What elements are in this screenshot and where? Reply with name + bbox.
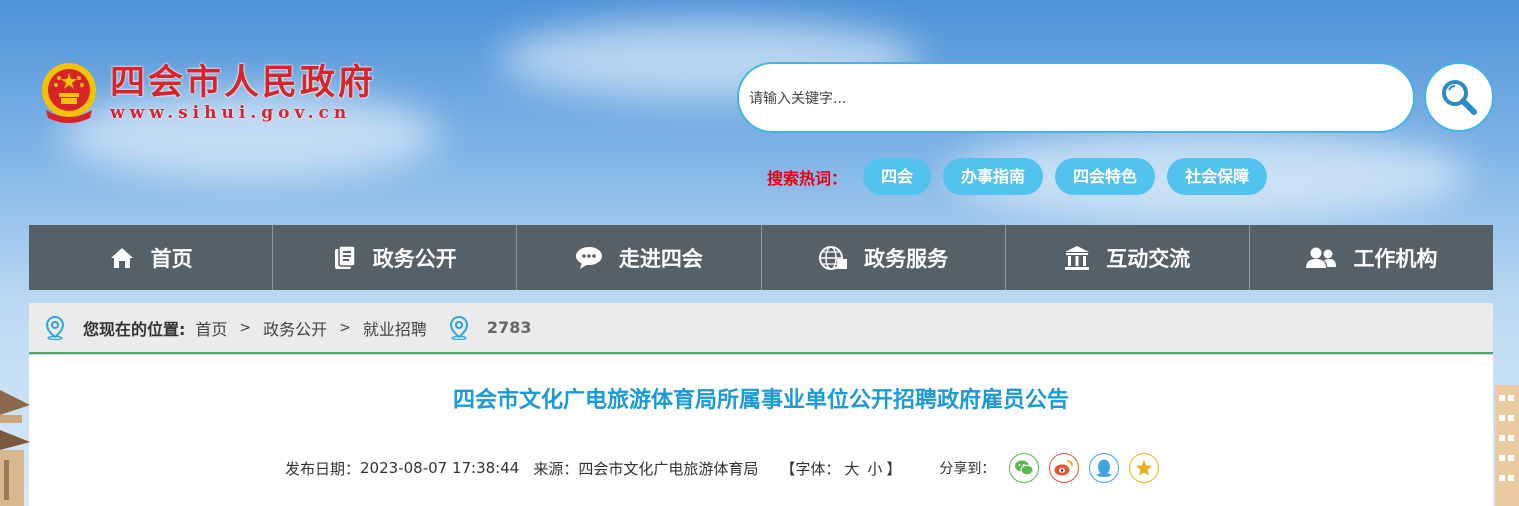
pavilion-decoration — [0, 390, 30, 506]
hot-tag-features[interactable]: 四会特色 — [1055, 158, 1156, 195]
building-decoration — [1495, 385, 1519, 506]
nav-government-services[interactable]: 政务服务 — [762, 225, 1006, 290]
nav-label: 政务服务 — [864, 246, 949, 271]
breadcrumb-separator: > — [339, 319, 351, 336]
hot-search-bar: 搜索热词： 四会 办事指南 四会特色 社会保障 — [767, 158, 1279, 195]
share-wechat-button[interactable] — [1009, 453, 1040, 483]
nav-label: 走进四会 — [618, 246, 703, 271]
breadcrumb: 您现在的位置: 首页 > 政务公开 > 就业招聘 2783 — [29, 303, 1493, 354]
share-qq-button[interactable] — [1089, 453, 1120, 483]
home-icon — [110, 247, 133, 268]
site-title: 四会市人民政府 — [110, 62, 377, 103]
users-icon — [1306, 247, 1337, 268]
nav-interaction[interactable]: 互动交流 — [1006, 225, 1250, 290]
share-label: 分享到： — [939, 461, 996, 477]
site-url: www.sihui.gov.cn — [110, 102, 352, 123]
nav-label: 首页 — [150, 246, 193, 271]
weibo-icon — [1054, 460, 1074, 476]
site-header: 四会市人民政府 www.sihui.gov.cn 搜索热词： 四会 办事指南 四… — [0, 0, 1519, 225]
document-icon — [334, 244, 356, 269]
qq-icon — [1097, 459, 1112, 477]
national-emblem-icon — [40, 62, 98, 124]
nav-label: 工作机构 — [1353, 246, 1438, 271]
view-count: 2783 — [486, 318, 532, 337]
hot-tag-guide[interactable]: 办事指南 — [943, 158, 1044, 195]
article-title: 四会市文化广电旅游体育局所属事业单位公开招聘政府雇员公告 — [452, 388, 1069, 413]
star-icon — [1136, 460, 1153, 476]
nav-label: 政务公开 — [372, 246, 457, 271]
breadcrumb-home[interactable]: 首页 — [195, 316, 227, 340]
breadcrumb-separator: > — [239, 319, 252, 336]
hot-tag-sihui[interactable]: 四会 — [863, 158, 932, 195]
share-weibo-button[interactable] — [1049, 453, 1080, 483]
site-logo[interactable]: 四会市人民政府 www.sihui.gov.cn — [40, 60, 376, 125]
publish-date: 2023-08-07 17:38:44 — [360, 459, 520, 477]
main-nav: 首页 政务公开 走进四会 政务服务 互动交流 工作机构 — [29, 225, 1493, 290]
breadcrumb-label: 您现在的位置: — [83, 319, 186, 339]
font-size-label: 【字体： — [780, 459, 841, 478]
article-meta: 发布日期： 2023-08-07 17:38:44 来源： 四会市文化广电旅游体… — [285, 453, 1169, 483]
hot-tag-social-security[interactable]: 社会保障 — [1167, 158, 1268, 195]
nav-organizations[interactable]: 工作机构 — [1250, 225, 1493, 290]
article-panel: 四会市文化广电旅游体育局所属事业单位公开招聘政府雇员公告 发布日期： 2023-… — [29, 355, 1493, 506]
hot-search-label: 搜索热词： — [767, 168, 848, 188]
nav-government-affairs[interactable]: 政务公开 — [273, 225, 518, 290]
font-small-button[interactable]: 小 — [867, 458, 882, 479]
wechat-icon — [1015, 460, 1034, 476]
font-size-bracket: 】 — [886, 459, 902, 478]
search-box — [737, 62, 1415, 133]
location-pin-icon — [45, 315, 65, 340]
nav-label: 互动交流 — [1106, 246, 1191, 271]
nav-about-sihui[interactable]: 走进四会 — [517, 225, 762, 290]
search-button[interactable] — [1424, 62, 1494, 132]
share-favorite-button[interactable] — [1129, 453, 1160, 483]
location-pin-icon — [449, 315, 468, 340]
search-input[interactable] — [749, 84, 1389, 114]
search-icon — [1442, 80, 1477, 115]
globe-icon — [819, 245, 848, 270]
building-icon — [1065, 245, 1090, 270]
breadcrumb-employment[interactable]: 就业招聘 — [363, 316, 427, 340]
source-label: 来源： — [533, 459, 579, 478]
nav-home[interactable]: 首页 — [29, 225, 274, 290]
font-large-button[interactable]: 大 — [844, 458, 859, 479]
chat-bubble-icon — [575, 246, 602, 269]
article-source: 四会市文化广电旅游体育局 — [578, 459, 759, 478]
date-label: 发布日期： — [285, 459, 361, 478]
breadcrumb-government-affairs[interactable]: 政务公开 — [263, 316, 327, 340]
